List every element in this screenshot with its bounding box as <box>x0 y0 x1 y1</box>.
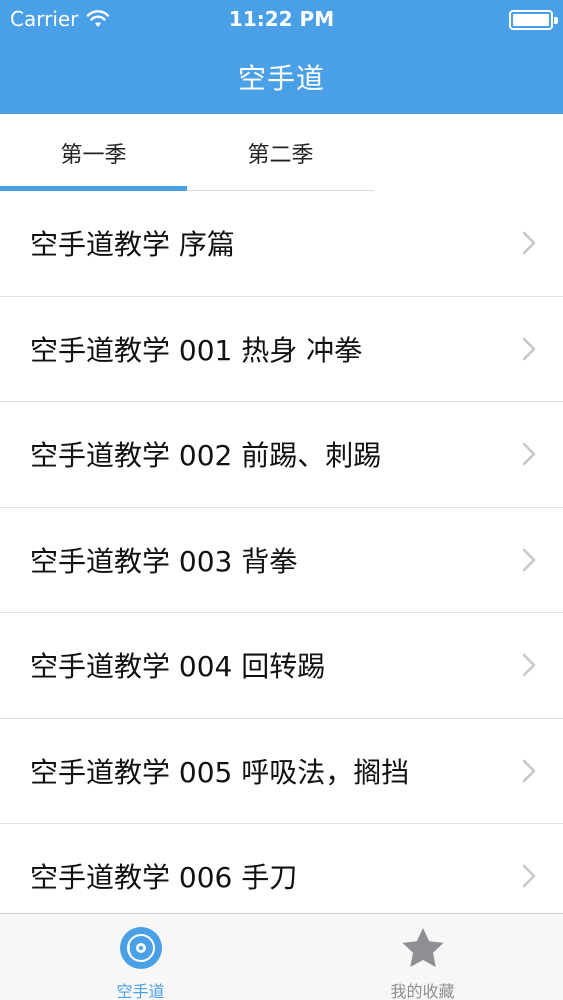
list-item[interactable]: 空手道教学 005 呼吸法，搁挡 <box>0 718 563 824</box>
chevron-right-icon <box>522 548 536 572</box>
tab-season-1-label: 第一季 <box>60 142 127 168</box>
season-tabs: 第一季 第二季 <box>0 114 563 191</box>
tab-bar-item-karate[interactable]: 空手道 <box>0 914 281 1000</box>
list-item[interactable]: 空手道教学 004 回转踢 <box>0 613 563 719</box>
list-item[interactable]: 空手道教学 003 背拳 <box>0 507 563 613</box>
list-item-title: 空手道教学 005 呼吸法，搁挡 <box>30 755 410 789</box>
star-icon <box>402 928 443 967</box>
list-item-title: 空手道教学 006 手刀 <box>30 861 298 895</box>
chevron-right-icon <box>522 759 536 783</box>
list-item-title: 空手道教学 001 热身 冲拳 <box>30 333 363 367</box>
tab-bar-item-favorites-label: 我的收藏 <box>390 982 455 1000</box>
list-item[interactable]: 空手道教学 001 热身 冲拳 <box>0 296 563 402</box>
chevron-right-icon <box>522 653 536 677</box>
tab-bar: 空手道 我的收藏 <box>0 913 563 1000</box>
list-item[interactable]: 空手道教学 002 前踢、刺踢 <box>0 402 563 508</box>
list-item-title: 空手道教学 003 背拳 <box>30 544 298 578</box>
list-item-title: 空手道教学 序篇 <box>30 228 235 262</box>
tab-season-1[interactable]: 第一季 <box>0 114 187 191</box>
tab-bar-item-favorites[interactable]: 我的收藏 <box>282 914 563 1000</box>
tab-bar-item-karate-label: 空手道 <box>116 982 165 1000</box>
chevron-right-icon <box>522 337 536 361</box>
list-item-title: 空手道教学 004 回转踢 <box>30 650 326 684</box>
battery-icon <box>509 10 558 30</box>
header: Carrier 11:22 PM 空手道 <box>0 0 563 114</box>
status-time: 11:22 PM <box>228 7 335 31</box>
status-bar: Carrier 11:22 PM <box>0 0 563 38</box>
episode-list[interactable]: 空手道教学 序篇 空手道教学 001 热身 冲拳 空手道教学 002 前踢、刺踢… <box>0 191 563 913</box>
disc-icon <box>119 927 162 969</box>
list-item[interactable]: 空手道教学 序篇 <box>0 191 563 297</box>
chevron-right-icon <box>522 442 536 466</box>
tab-season-2[interactable]: 第二季 <box>187 114 374 191</box>
tab-season-2-label: 第二季 <box>247 142 314 168</box>
chevron-right-icon <box>522 864 536 888</box>
chevron-right-icon <box>522 231 536 255</box>
list-item-title: 空手道教学 002 前踢、刺踢 <box>30 439 382 473</box>
list-item[interactable]: 空手道教学 006 手刀 <box>0 824 563 913</box>
page-title: 空手道 <box>237 62 325 95</box>
